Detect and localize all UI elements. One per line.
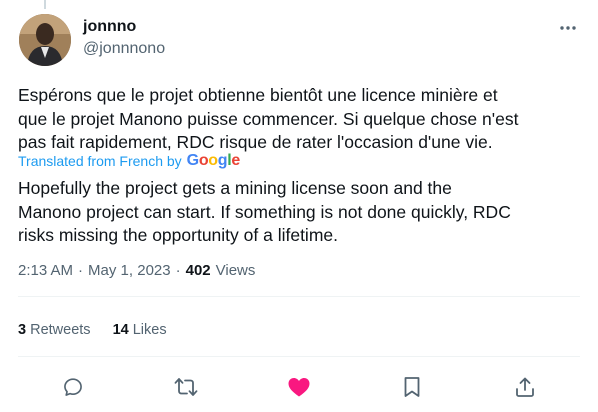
translated-from-label: Translated from French by <box>18 153 182 169</box>
retweets-stat[interactable]: 3 Retweets <box>18 322 91 338</box>
avatar[interactable] <box>19 14 71 66</box>
meta-separator: · <box>175 262 181 279</box>
tweet-meta: 2:13 AM · May 1, 2023 · 402 Views <box>18 262 255 279</box>
divider <box>18 356 580 357</box>
avatar-photo <box>19 14 71 66</box>
engagement-stats: 3 Retweets 14 Likes <box>18 322 167 338</box>
retweets-count: 3 <box>18 322 27 338</box>
translation-attribution[interactable]: Translated from French by Google <box>18 152 240 170</box>
author-handle[interactable]: @jonnnono <box>83 39 165 59</box>
reply-button[interactable] <box>60 374 86 400</box>
tweet-time[interactable]: 2:13 AM <box>18 262 73 279</box>
heart-filled-icon <box>288 378 310 397</box>
author-display-name[interactable]: jonnno <box>83 17 165 37</box>
meta-separator: · <box>78 262 84 279</box>
views-label: Views <box>215 262 256 279</box>
likes-stat[interactable]: 14 Likes <box>113 322 167 338</box>
action-bar <box>0 370 598 404</box>
tweet-date[interactable]: May 1, 2023 <box>88 262 171 279</box>
divider <box>18 296 580 297</box>
more-options-button[interactable] <box>558 18 578 38</box>
bookmark-button[interactable] <box>399 374 425 400</box>
views-count: 402 <box>185 262 211 279</box>
google-logo: Google <box>186 152 241 169</box>
like-button[interactable] <box>286 374 312 400</box>
likes-label: Likes <box>132 322 167 338</box>
share-icon <box>516 377 534 397</box>
reply-icon <box>64 378 82 396</box>
author-block: jonnno @jonnnono <box>83 17 165 59</box>
thread-connector-line <box>44 0 46 9</box>
retweets-label: Retweets <box>30 322 91 338</box>
retweet-button[interactable] <box>173 374 199 400</box>
tweet-original-text: Espérons que le projet obtienne bientôt … <box>18 85 519 152</box>
share-button[interactable] <box>512 374 538 400</box>
bookmark-icon <box>404 377 420 397</box>
more-dots-icon <box>560 26 576 30</box>
tweet-translation-text: Hopefully the project gets a mining lice… <box>18 178 511 245</box>
likes-count: 14 <box>112 322 129 338</box>
retweet-icon <box>174 378 198 396</box>
